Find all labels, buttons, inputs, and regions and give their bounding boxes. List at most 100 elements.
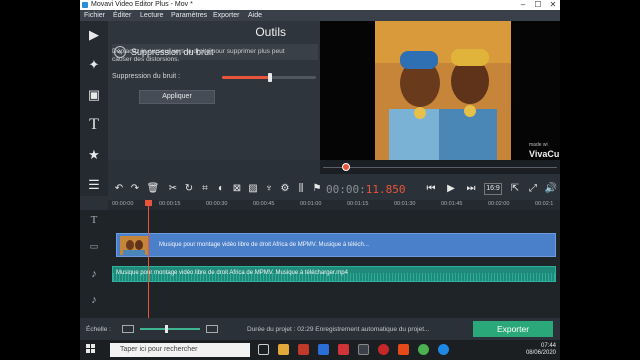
album-cover-image (375, 21, 511, 160)
status-bar: Échelle : Durée du projet : 02:29 Enregi… (80, 318, 560, 340)
zoom-out-icon[interactable] (122, 325, 134, 333)
fullscreen-icon[interactable]: ⤢ (526, 181, 540, 197)
crop-icon[interactable]: ⌗ (198, 181, 212, 197)
noise-slider-label: Suppression du bruit : (112, 73, 181, 80)
menu-aide[interactable]: Aide (248, 10, 262, 21)
taskbar-search-input[interactable]: Taper ici pour rechercher (110, 343, 250, 357)
ruler-tick: 00:01:00 (300, 201, 322, 207)
title-bar: Movavi Video Editor Plus - Mov * – ☐ ✕ (80, 0, 560, 10)
tool-sidebar: ▶ ✦ ▣ T ★ ☰ (80, 21, 108, 196)
redo-icon[interactable]: ↷ (128, 181, 142, 197)
window-title: Movavi Video Editor Plus - Mov * (91, 1, 193, 8)
audio-clip[interactable]: Musique pour montage vidéo libre de droi… (112, 266, 556, 282)
task-view-icon[interactable] (258, 344, 269, 355)
noise-slider-fill (222, 76, 270, 79)
file-explorer-icon[interactable] (278, 344, 289, 355)
clock-time: 07:44 (540, 343, 556, 349)
app-icon-2[interactable] (318, 344, 329, 355)
aspect-ratio-button[interactable]: 16:9 (484, 183, 502, 195)
scale-label: Échelle : (86, 326, 111, 333)
zoom-slider[interactable] (140, 328, 200, 330)
video-clip-name: Musique pour montage vidéo libre de droi… (159, 242, 369, 248)
playhead-line (148, 200, 149, 318)
noise-description: Déplacez le curseur vers la droite pour … (112, 48, 285, 63)
edit-toolbar: ↶ ↷ 🗑 ✂ ↻ ⌗ ◐ ⊠ ▨ ♆ ⚙ ⫼ ⚑ 00:00:11.850 ⏮… (108, 178, 560, 200)
windows-taskbar: Taper ici pour rechercher 07:44 08/06/20… (80, 340, 560, 360)
video-clip[interactable]: Musique pour montage vidéo libre de droi… (116, 233, 556, 257)
app-icon-1[interactable] (298, 344, 309, 355)
menu-fichier[interactable]: Fichier (84, 10, 105, 21)
noise-slider[interactable] (222, 73, 316, 82)
system-clock[interactable]: 07:44 08/06/2020 (526, 343, 556, 357)
ruler-tick: 00:01:15 (347, 201, 369, 207)
timeline: T ▭ ♪ ♪ Musique pour montage vidéo libre… (80, 210, 560, 318)
microphone-icon[interactable]: ♆ (262, 181, 276, 197)
movavi-taskbar-icon[interactable] (358, 344, 369, 355)
cut-icon[interactable]: ✂ (166, 181, 180, 197)
close-button[interactable]: ✕ (546, 0, 560, 10)
ruler-tick: 00:00:30 (206, 201, 228, 207)
delete-icon[interactable]: 🗑 (146, 181, 160, 197)
ruler-tick: 00:00:45 (253, 201, 275, 207)
equalizer-icon[interactable]: ⫼ (294, 181, 308, 197)
ruler-tick: 00:00:00 (112, 201, 134, 207)
ruler-tick: 00:00:15 (159, 201, 181, 207)
zoom-in-icon[interactable] (206, 325, 218, 333)
magic-wand-icon[interactable]: ✦ (84, 55, 104, 75)
edge-icon[interactable] (438, 344, 449, 355)
zoom-slider-handle[interactable] (165, 325, 169, 333)
play-icon[interactable]: ▶ (444, 181, 458, 197)
settings-icon[interactable]: ⚙ (278, 181, 292, 197)
titles-icon[interactable]: T (84, 115, 104, 135)
watermark-brand: VivaCu (529, 149, 560, 159)
chrome-icon[interactable] (418, 344, 429, 355)
noise-slider-handle[interactable] (267, 73, 272, 82)
screen: Movavi Video Editor Plus - Mov * – ☐ ✕ F… (0, 0, 640, 360)
stickers-icon[interactable]: ★ (84, 145, 104, 165)
rotate-icon[interactable]: ↻ (182, 181, 196, 197)
more-tools-icon[interactable]: ☰ (84, 175, 104, 195)
time-ruler[interactable]: 00:00:00 00:00:15 00:00:30 00:00:45 00:0… (108, 200, 560, 210)
project-duration: Durée du projet : 02:29 Enregistrement a… (247, 326, 430, 333)
audio-clip-name: Musique pour montage vidéo libre de droi… (116, 270, 348, 276)
scrubber-track (323, 167, 557, 168)
scrubber-handle[interactable] (342, 163, 351, 171)
import-icon[interactable]: ▶ (84, 25, 104, 45)
preview-scrubber[interactable] (320, 160, 560, 174)
maximize-button[interactable]: ☐ (531, 0, 545, 10)
export-frame-icon[interactable]: ⇱ (508, 181, 522, 197)
menu-lecture[interactable]: Lecture (140, 10, 163, 21)
clip-thumbnail (120, 236, 148, 255)
timecode: 00:00:11.850 (326, 183, 406, 196)
app-icon-4[interactable] (378, 344, 389, 355)
minimize-button[interactable]: – (516, 0, 530, 10)
video-track-icon: ▭ (89, 241, 99, 251)
app-window: Movavi Video Editor Plus - Mov * – ☐ ✕ F… (80, 0, 560, 340)
undo-icon[interactable]: ↶ (112, 181, 126, 197)
preview-frame (375, 21, 511, 160)
transition-icon[interactable]: ⊠ (230, 181, 244, 197)
apply-button[interactable]: Appliquer (139, 90, 215, 104)
music-track-icon: ♪ (91, 294, 97, 306)
windows-start-icon[interactable] (86, 344, 96, 354)
previous-frame-icon[interactable]: ⏮ (424, 181, 438, 197)
menu-bar: Fichier Éditer Lecture Paramètres Export… (80, 10, 560, 21)
menu-parametres[interactable]: Paramètres (171, 10, 207, 21)
timecode-prefix: 00:00: (326, 183, 366, 196)
image-icon[interactable]: ▨ (246, 181, 260, 197)
clock-date: 08/06/2020 (525, 350, 556, 356)
color-icon[interactable]: ◐ (214, 181, 228, 197)
panel-title: Outils (255, 25, 286, 39)
flag-icon[interactable]: ⚑ (310, 181, 324, 197)
video-preview: made wi VivaCu (320, 21, 560, 160)
menu-exporter[interactable]: Exporter (213, 10, 239, 21)
menu-editer[interactable]: Éditer (113, 10, 131, 21)
volume-icon[interactable]: 🔊 (544, 181, 558, 197)
app-icon-3[interactable] (338, 344, 349, 355)
watermark-small: made wi (529, 142, 548, 148)
next-frame-icon[interactable]: ⏭ (464, 181, 478, 197)
app-icon-5[interactable] (398, 344, 409, 355)
filters-icon[interactable]: ▣ (84, 85, 104, 105)
export-button[interactable]: Exporter (473, 321, 553, 337)
playhead-handle[interactable] (145, 200, 152, 206)
